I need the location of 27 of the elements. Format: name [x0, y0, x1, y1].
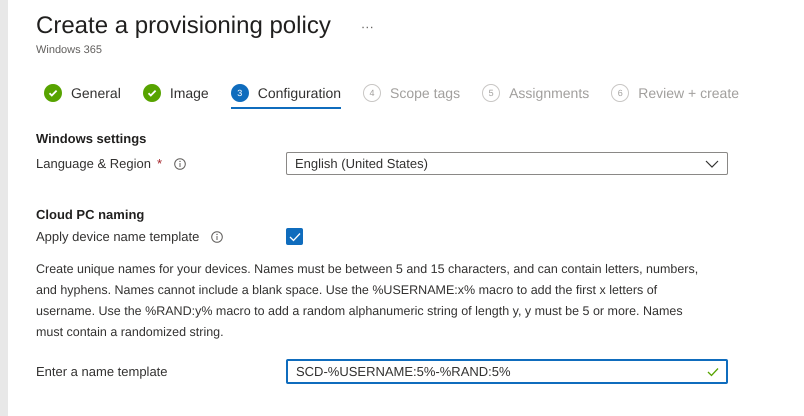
- step-number: 5: [482, 84, 500, 102]
- chevron-down-icon: [705, 160, 719, 168]
- info-icon[interactable]: [174, 158, 186, 170]
- check-icon: [142, 84, 161, 102]
- step-number: 4: [363, 84, 382, 102]
- section-heading: Windows settings: [36, 131, 148, 146]
- wizard-step-tab[interactable]: 3 Configuration: [230, 84, 342, 109]
- wizard-step-tab[interactable]: Image: [142, 84, 209, 109]
- section-heading: Cloud PC naming: [36, 207, 146, 222]
- name-template-field[interactable]: SCD-%USERNAME:5%-%RAND:5%: [286, 359, 728, 384]
- checkbox[interactable]: [286, 228, 303, 245]
- step-number: 3: [230, 84, 249, 102]
- check-icon: [44, 84, 62, 102]
- wizard-step-tab[interactable]: General: [44, 84, 121, 109]
- more-button[interactable]: ···: [356, 18, 378, 34]
- field-label: Language & Region: [36, 156, 151, 171]
- step-number: 6: [611, 84, 630, 102]
- field-label: Apply device name template: [36, 229, 200, 244]
- page-subtitle: Windows 365: [36, 44, 104, 56]
- check-icon: [288, 232, 300, 242]
- field-label: Enter a name template: [36, 364, 168, 379]
- required-mark: *: [156, 156, 162, 171]
- check-icon: [707, 367, 719, 377]
- language-dropdown[interactable]: English (United States): [286, 152, 728, 175]
- info-icon[interactable]: [211, 230, 224, 242]
- naming-description: Create unique names for your devices. Names must be between 5 and 15 characters, and can contain letters, numbers, and hyphens. Names cannot include a blank space. Use the %USERNAME:x% macro to add the first x letters of username. Use the %RAND:y% macro to add a random alphanumeric string of length y, y must be 5 or more. Names must contain a randomized string.: [36, 261, 700, 341]
- page-title: Create a provisioning policy: [36, 12, 331, 40]
